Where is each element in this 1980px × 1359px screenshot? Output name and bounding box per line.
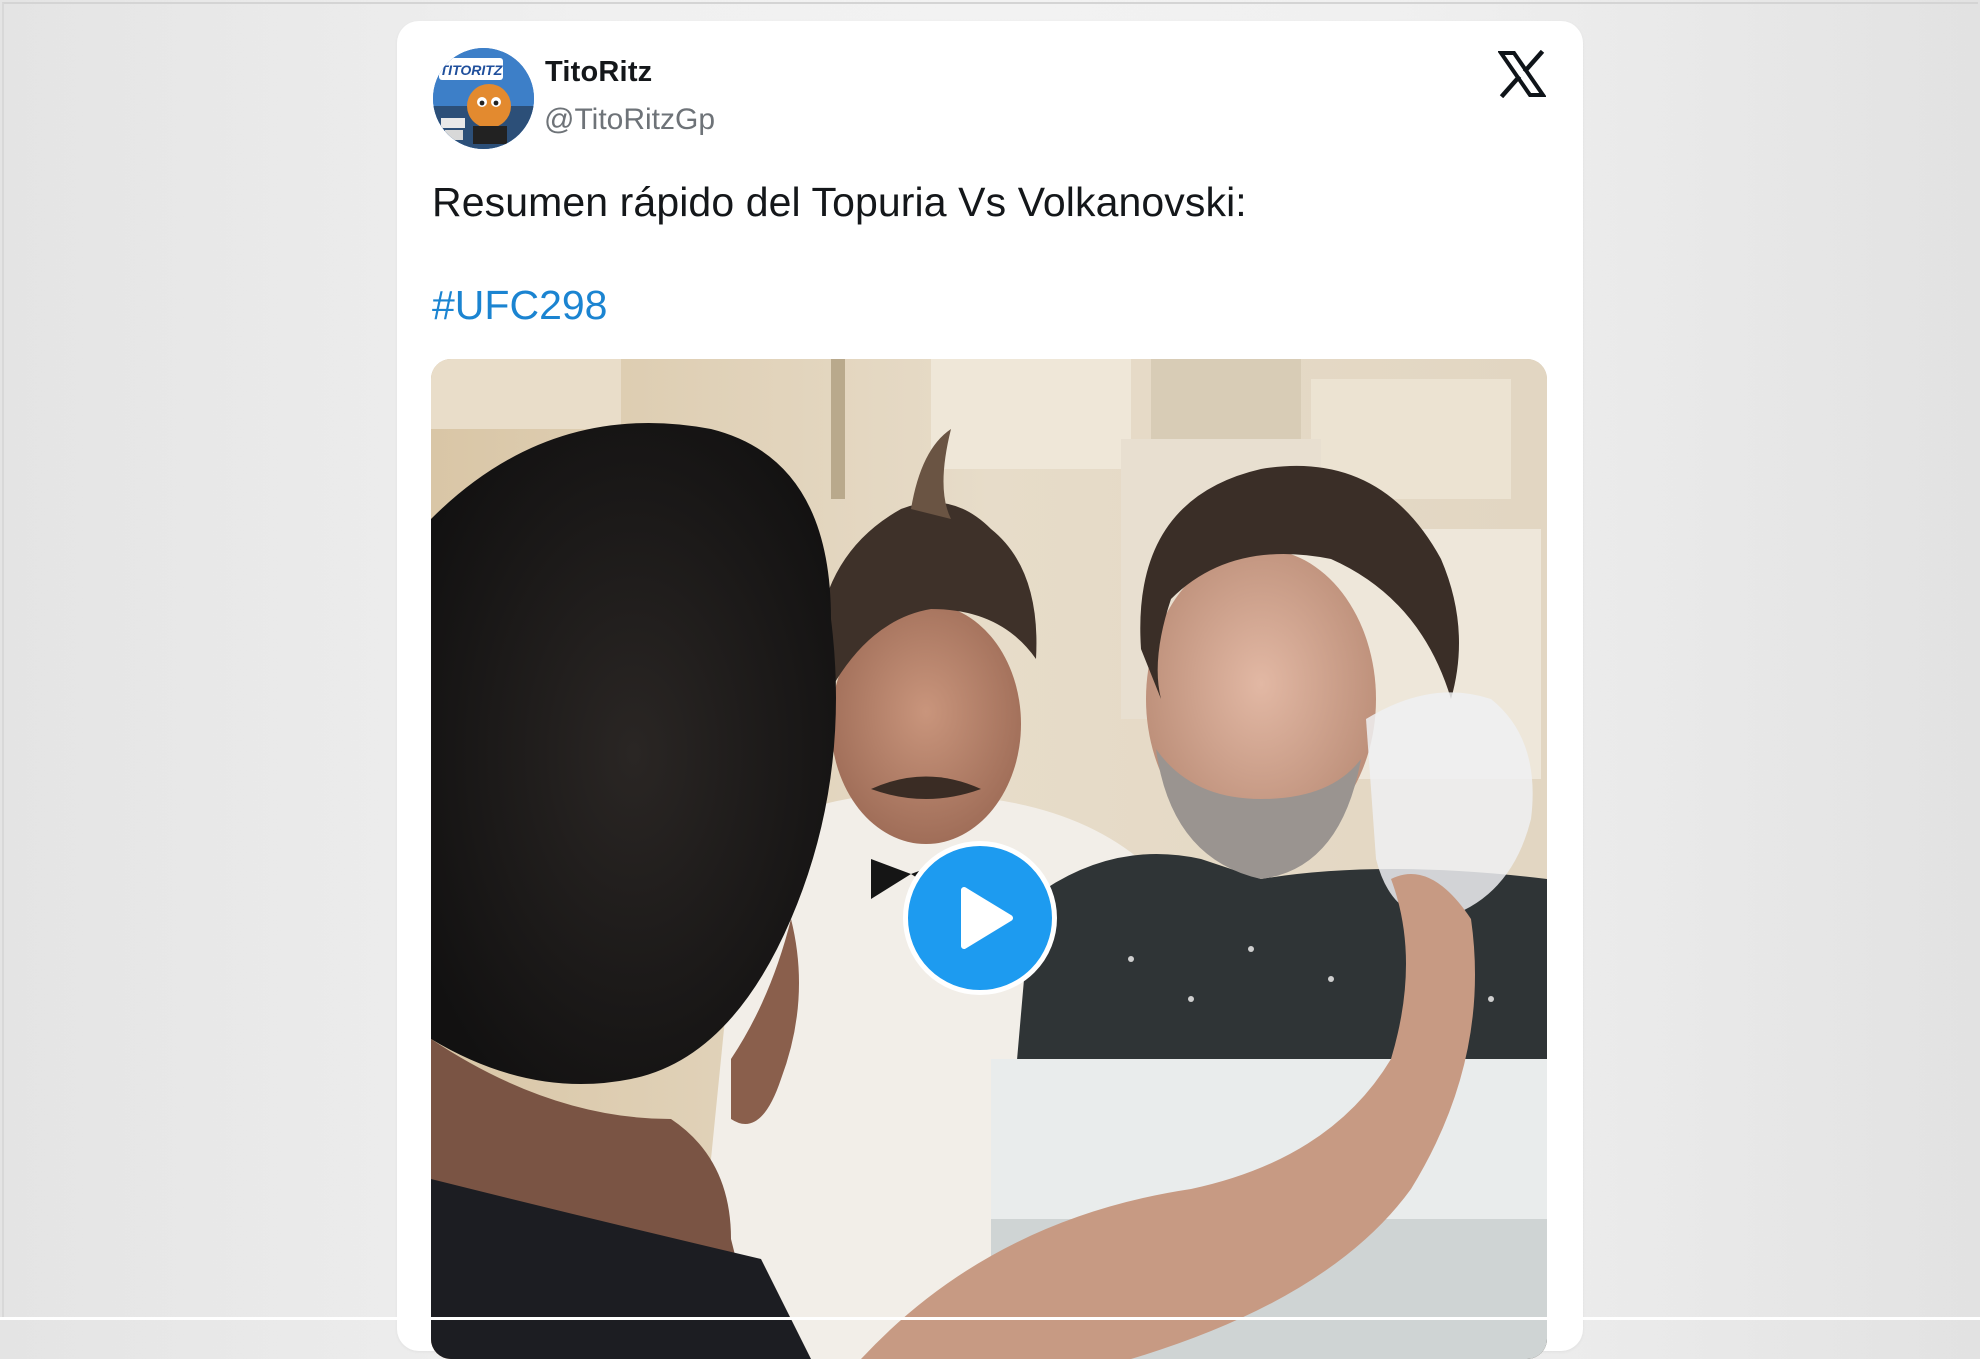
author-name[interactable]: TitoRitz — [545, 56, 652, 89]
author-avatar[interactable]: TITORITZ — [433, 48, 534, 149]
author-handle[interactable]: @TitoRitzGp — [544, 103, 715, 137]
avatar-image: TITORITZ — [433, 48, 534, 149]
video-player[interactable] — [431, 359, 1547, 1359]
x-logo-icon[interactable] — [1497, 49, 1547, 99]
play-button[interactable] — [903, 841, 1057, 995]
avatar-logo-text: TITORITZ — [440, 62, 503, 78]
embedded-tweet-card: TITORITZ TitoRitz @TitoRitzGp Resumen rá… — [397, 21, 1583, 1359]
play-icon — [961, 887, 1013, 949]
tweet-text: Resumen rápido del Topuria Vs Volkanovsk… — [432, 179, 1247, 225]
hashtag-link[interactable]: #UFC298 — [432, 282, 607, 329]
